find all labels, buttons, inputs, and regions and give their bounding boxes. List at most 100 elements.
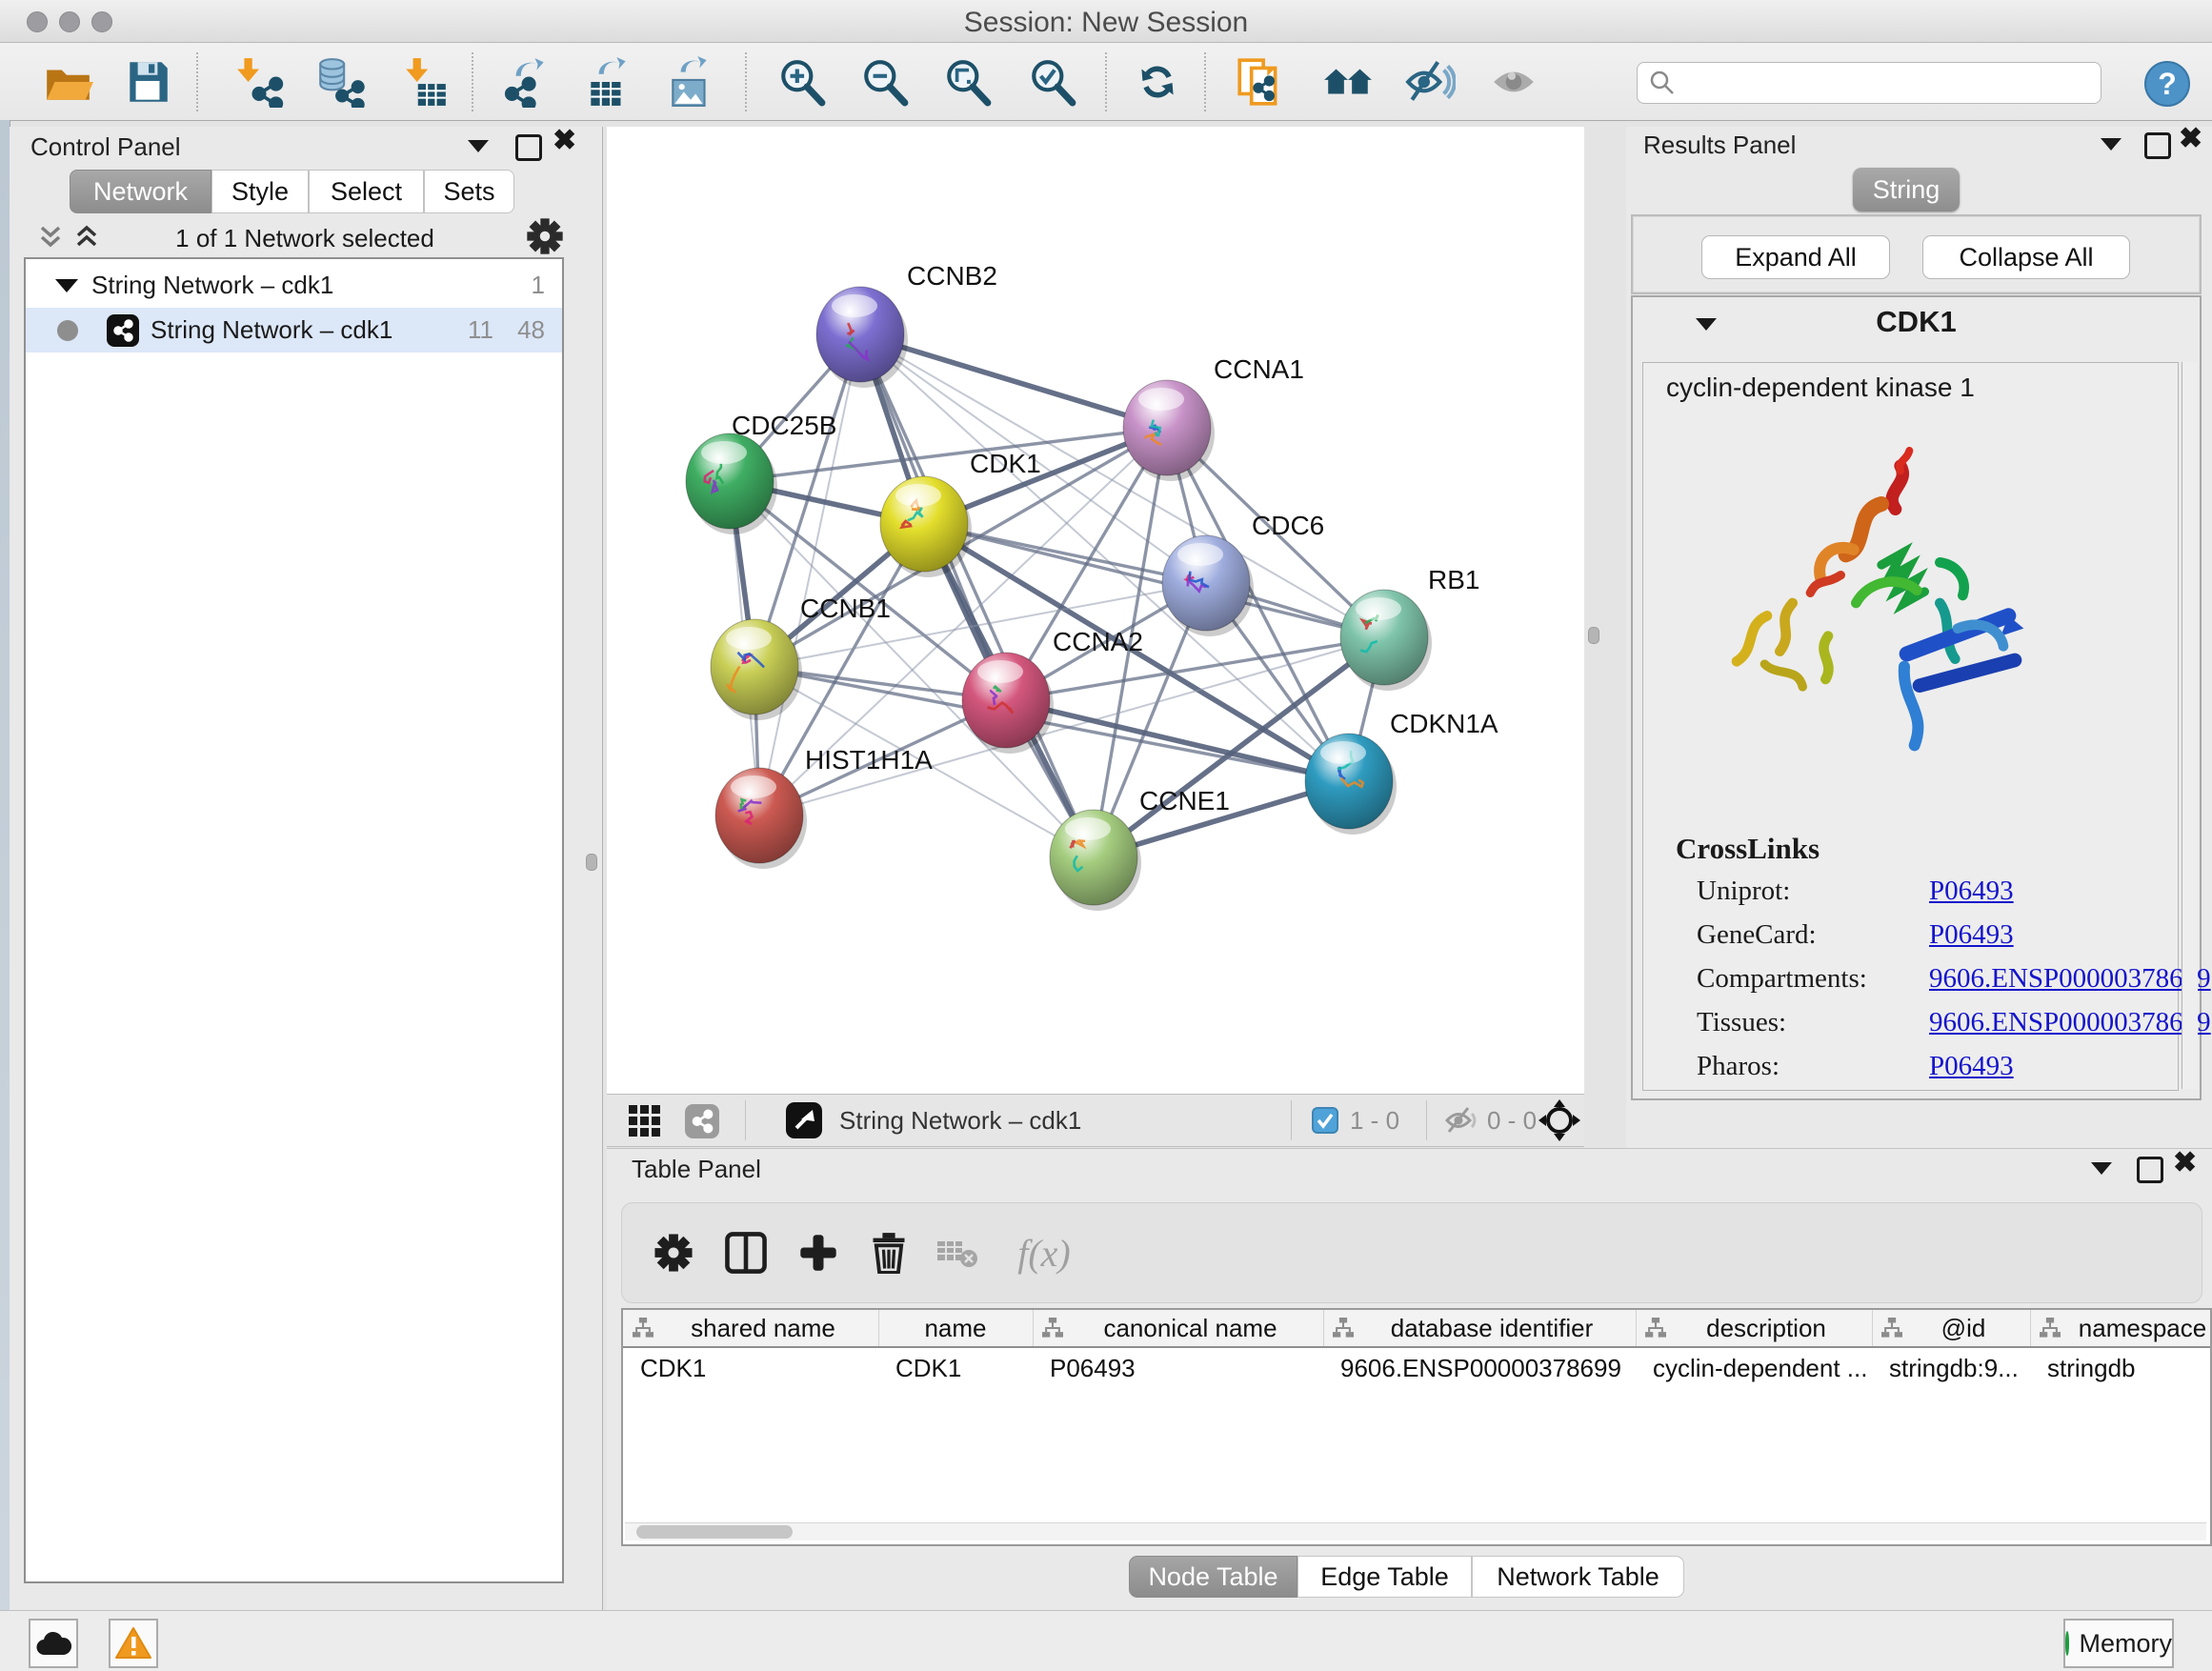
network-canvas[interactable]: CCNB2CCNA1CDC25BCDK1CDC6RB1CCNB1CCNA2CDK… [607, 127, 1584, 1094]
network-edge [860, 334, 1094, 857]
export-image-button[interactable] [665, 56, 716, 108]
table-cell[interactable]: CDK1 [623, 1354, 878, 1388]
table-cell[interactable]: P06493 [1033, 1354, 1323, 1388]
network-node-RB1[interactable]: RB1 [1340, 565, 1479, 691]
network-panel-options-button[interactable] [525, 216, 565, 261]
table-panel-close-button[interactable]: ✖ [2173, 1153, 2197, 1177]
results-scrollbar[interactable] [2182, 362, 2198, 1089]
tab-network[interactable]: Network [70, 170, 211, 213]
save-session-button[interactable] [122, 56, 173, 108]
import-network-file-button[interactable] [233, 56, 285, 108]
table-cell[interactable]: stringdb:9... [1872, 1354, 2030, 1388]
zoom-in-icon [776, 56, 828, 108]
table-panel-collapse-button[interactable] [2091, 1162, 2112, 1175]
crosslink-value-link[interactable]: P06493 [1929, 919, 2014, 951]
create-column-button[interactable] [790, 1224, 847, 1281]
show-all-button[interactable] [1488, 56, 1539, 108]
table-cell[interactable]: cyclin-dependent ... [1636, 1354, 1872, 1388]
hide-selected-button[interactable] [1404, 56, 1456, 108]
search-box[interactable] [1637, 62, 2101, 104]
tab-node-table[interactable]: Node Table [1129, 1556, 1297, 1598]
tab-network-table[interactable]: Network Table [1472, 1556, 1684, 1598]
warnings-button[interactable] [109, 1619, 158, 1668]
tab-style[interactable]: Style [211, 170, 309, 213]
import-network-database-button[interactable] [314, 56, 366, 108]
fit-selected-crosshair-icon[interactable] [1538, 1099, 1580, 1141]
tab-edge-table[interactable]: Edge Table [1297, 1556, 1472, 1598]
collapse-all-button[interactable]: Collapse All [1922, 235, 2130, 279]
table-options-button[interactable] [645, 1224, 702, 1281]
table-cell[interactable]: 9606.ENSP00000378699 [1323, 1354, 1636, 1388]
new-network-from-selection-button[interactable] [1234, 56, 1285, 108]
crosslink-value-link[interactable]: 9606.ENSP00000378699 [1929, 963, 2211, 995]
results-panel-close-button[interactable]: ✖ [2179, 129, 2202, 152]
table-cell[interactable]: stringdb [2030, 1354, 2212, 1388]
control-panel-collapse-button[interactable] [468, 140, 489, 152]
selected-checkbox-icon[interactable] [1312, 1107, 1338, 1134]
eye-icon [1488, 56, 1539, 108]
grid-view-icon[interactable] [628, 1104, 662, 1138]
control-panel-float-button[interactable] [515, 134, 542, 161]
network-node-count: 11 [468, 315, 493, 345]
search-input[interactable] [1676, 68, 2080, 99]
export-table-button[interactable] [583, 56, 634, 108]
show-columns-button[interactable] [717, 1224, 774, 1281]
zoom-in-button[interactable] [776, 56, 828, 108]
scrollbar-thumb[interactable] [636, 1525, 793, 1539]
crosslink-label: Uniprot: [1697, 876, 1790, 906]
right-splitter-handle[interactable] [1588, 627, 1599, 644]
table-horizontal-scrollbar[interactable] [625, 1522, 2206, 1540]
export-network-button[interactable] [500, 56, 552, 108]
column-header-namespace[interactable]: namespace [2030, 1310, 2212, 1346]
tab-sets[interactable]: Sets [424, 170, 514, 213]
crosslink-label: Pharos: [1697, 1051, 1780, 1081]
crosslink-value-link[interactable]: 9606.ENSP00000378699 [1929, 1007, 2211, 1038]
network-row[interactable]: String Network – cdk1 11 48 [26, 308, 562, 352]
column-header-canonical-name[interactable]: canonical name [1033, 1310, 1324, 1346]
first-neighbors-button[interactable] [1322, 56, 1374, 108]
hidden-counts: 0 - 0 [1487, 1106, 1537, 1136]
zoom-fit-button[interactable] [942, 56, 994, 108]
export-network-icon [500, 56, 552, 108]
crosslink-value-link[interactable]: P06493 [1929, 1051, 2014, 1082]
warning-icon [114, 1626, 152, 1661]
apply-layout-button[interactable] [1132, 56, 1183, 108]
left-splitter-handle[interactable] [586, 854, 597, 871]
zoom-selected-button[interactable] [1027, 56, 1078, 108]
network-node-CDC25B[interactable]: CDC25B [686, 411, 836, 534]
control-panel: Control Panel ✖ Network Style Select Set… [10, 127, 603, 1610]
table-cell[interactable]: CDK1 [878, 1354, 1033, 1388]
column-header-database-identifier[interactable]: database identifier [1323, 1310, 1637, 1346]
results-panel-collapse-button[interactable] [2101, 138, 2122, 151]
table-panel-float-button[interactable] [2137, 1157, 2163, 1183]
collection-disclosure-triangle[interactable] [55, 279, 78, 292]
crosslink-label: Compartments: [1697, 963, 1867, 994]
network-node-CDKN1A[interactable]: CDKN1A [1305, 709, 1498, 835]
node-label: CCNB2 [907, 261, 997, 291]
network-view-share-icon[interactable] [685, 1104, 719, 1138]
network-node-CCNA1[interactable]: CCNA1 [1123, 354, 1304, 481]
network-collection-row[interactable]: String Network – cdk1 1 [26, 263, 562, 308]
column-header-description[interactable]: description [1636, 1310, 1873, 1346]
delete-column-button[interactable] [860, 1224, 917, 1281]
results-panel-float-button[interactable] [2144, 132, 2171, 159]
control-panel-close-button[interactable]: ✖ [553, 131, 576, 154]
open-session-button[interactable] [42, 56, 93, 108]
memory-button[interactable]: Memory [2063, 1619, 2174, 1668]
column-header-shared-name[interactable]: shared name [623, 1310, 879, 1346]
tab-select[interactable]: Select [309, 170, 424, 213]
expand-all-button[interactable]: Expand All [1701, 235, 1890, 279]
crosslink-value-link[interactable]: P06493 [1929, 876, 2014, 907]
network-node-CCNB1[interactable]: CCNB1 [711, 594, 891, 720]
zoom-out-button[interactable] [859, 56, 911, 108]
trash-icon [868, 1232, 910, 1274]
column-header-name[interactable]: name [878, 1310, 1034, 1346]
network-node-CCNE1[interactable]: CCNE1 [1050, 786, 1230, 911]
birdseye-view-icon[interactable] [786, 1102, 822, 1138]
help-button[interactable]: ? [2142, 58, 2193, 110]
cloud-status-button[interactable] [29, 1619, 78, 1668]
network-node-HIST1H1A[interactable]: HIST1H1A [715, 745, 933, 869]
column-header--id[interactable]: @id [1872, 1310, 2031, 1346]
results-tab-string[interactable]: String [1853, 168, 1960, 211]
import-table-button[interactable] [398, 56, 450, 108]
